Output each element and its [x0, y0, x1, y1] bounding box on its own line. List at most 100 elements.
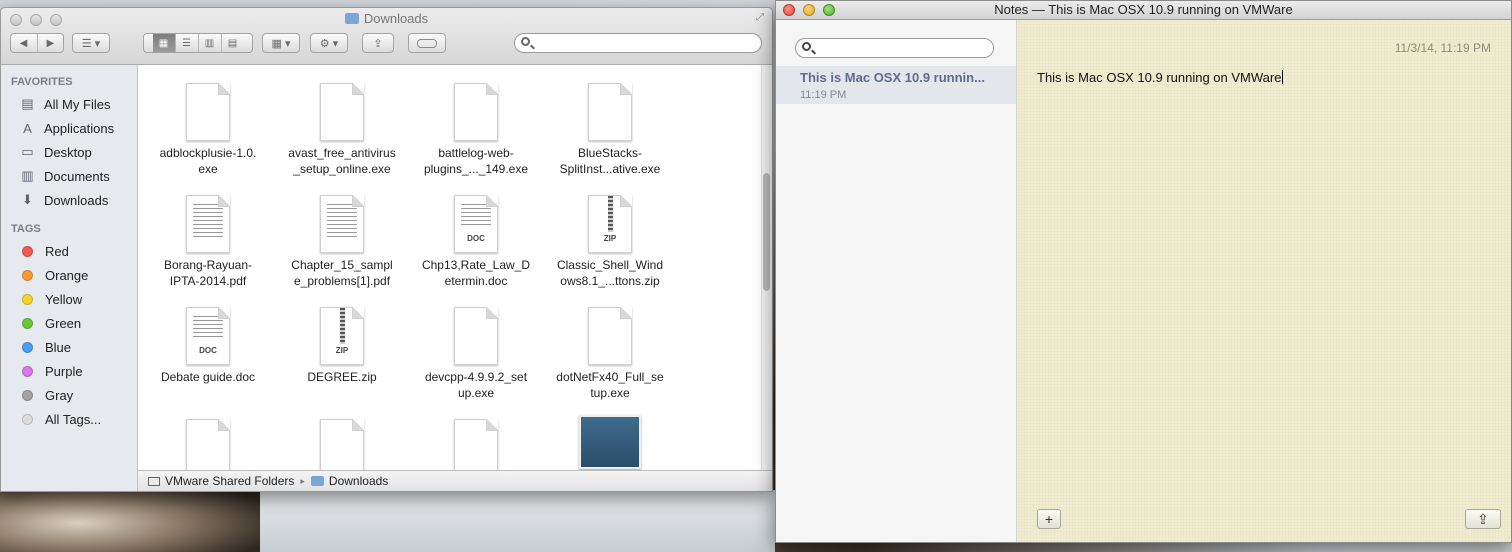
note-title: This is Mac OSX 10.9 runnin... — [800, 70, 985, 85]
sidebar-tag-orange[interactable]: Orange — [19, 265, 88, 285]
orange-tag-icon — [22, 269, 33, 281]
grid-icon: ▦ ▾ — [271, 37, 291, 50]
document-icon — [588, 307, 632, 365]
note-time: 11:19 PM — [800, 89, 847, 101]
tag-label: Green — [45, 315, 82, 331]
file-name: devcpp-4.9.9.2_set — [424, 370, 528, 384]
sidebar-tag-red[interactable]: Red — [19, 241, 69, 261]
text-caret — [1282, 70, 1284, 84]
finder-search-input[interactable] — [514, 33, 762, 53]
sidebar-item-label: All My Files — [44, 96, 111, 112]
pdf-document-icon — [320, 195, 364, 253]
tags-button[interactable] — [408, 33, 446, 53]
zoom-button[interactable] — [823, 4, 835, 16]
column-view-icon[interactable]: ▥ — [199, 34, 222, 52]
blue-tag-icon — [22, 341, 33, 353]
path-item-root[interactable]: VMware Shared Folders — [165, 474, 294, 488]
document-icon — [454, 307, 498, 365]
file-item[interactable] — [140, 419, 276, 470]
back-forward-control[interactable]: ◀ ▶ — [10, 33, 64, 53]
share-icon: ⇪ — [373, 37, 383, 50]
path-separator: ▸ — [300, 475, 305, 486]
tag-label: Orange — [45, 267, 89, 283]
file-item[interactable]: Borang-Rayuan- IPTA-2014.pdf — [140, 195, 276, 289]
file-item[interactable] — [542, 415, 678, 470]
file-item[interactable] — [274, 419, 410, 470]
file-item[interactable]: ZIP Classic_Shell_Wind ows8.1_...ttons.zip — [542, 195, 678, 289]
file-name-cont: up.exe — [457, 386, 495, 400]
file-item[interactable]: ZIP DEGREE.zip — [274, 307, 410, 385]
sidebar-item-all-my-files[interactable]: ▤ All My Files — [19, 94, 110, 114]
notes-search-input[interactable] — [795, 38, 994, 58]
word-doc-icon: DOC — [186, 307, 230, 365]
folder-icon — [310, 476, 324, 486]
wallpaper-snow — [260, 490, 775, 552]
image-thumbnail-icon — [579, 415, 641, 469]
file-item[interactable]: devcpp-4.9.9.2_set up.exe — [408, 307, 544, 401]
sidebar-tag-yellow[interactable]: Yellow — [19, 289, 82, 309]
scrollbar-thumb[interactable] — [763, 173, 770, 291]
file-item[interactable]: DOC Debate guide.doc — [140, 307, 276, 385]
path-item-current[interactable]: Downloads — [329, 474, 388, 488]
sidebar-item-applications[interactable]: A Applications — [19, 118, 114, 138]
purple-tag-icon — [22, 365, 33, 377]
applications-icon: A — [23, 120, 32, 136]
share-button[interactable]: ⇪ — [362, 33, 394, 53]
action-button[interactable]: ⚙ ▾ — [310, 33, 348, 53]
desktop-icon: ▭ — [21, 144, 34, 159]
all-files-icon: ▤ — [21, 96, 34, 111]
path-bar: VMware Shared Folders ▸ Downloads — [138, 470, 772, 491]
file-name: avast_free_antivirus — [288, 146, 396, 160]
note-editor[interactable]: 11/3/14, 11:19 PM This is Mac OSX 10.9 r… — [1017, 20, 1511, 542]
document-icon — [186, 83, 230, 141]
arrange-path-button[interactable]: ☰ ▾ — [72, 33, 110, 53]
sidebar-tag-blue[interactable]: Blue — [19, 337, 71, 357]
documents-icon: ▥ — [21, 168, 34, 183]
sidebar-item-downloads[interactable]: ⬇ Downloads — [19, 190, 108, 210]
view-mode-control[interactable]: ▦ ☰ ▥ ▤ — [143, 33, 253, 53]
fullscreen-icon[interactable]: ⤢ — [756, 13, 766, 23]
note-list-item[interactable]: This is Mac OSX 10.9 runnin... 11:19 PM — [776, 66, 1016, 104]
file-item[interactable]: battlelog-web-plugins_..._149.exe — [408, 83, 544, 177]
forward-arrow-icon[interactable]: ▶ — [38, 34, 64, 52]
tag-pill-icon — [417, 38, 437, 48]
file-item[interactable]: dotNetFx40_Full_se tup.exe — [542, 307, 678, 401]
file-item[interactable]: DOC Chp13,Rate_Law_D etermin.doc — [408, 195, 544, 289]
share-button[interactable]: ⇪ — [1465, 509, 1501, 529]
file-name-cont: ows8.1_...ttons.zip — [560, 274, 660, 288]
sidebar-tag-purple[interactable]: Purple — [19, 361, 83, 381]
minimize-button[interactable] — [803, 4, 815, 16]
file-name-cont: plugins_..._149.exe — [423, 162, 529, 176]
list-view-icon[interactable]: ☰ — [176, 34, 199, 52]
close-button[interactable] — [783, 4, 795, 16]
back-arrow-icon[interactable]: ◀ — [11, 34, 38, 52]
file-item[interactable]: avast_free_antivirus _setup_online.exe — [274, 83, 410, 177]
file-name-cont: SplitInst...ative.exe — [559, 162, 661, 176]
file-name-cont: IPTA-2014.pdf — [169, 274, 247, 288]
arrange-button[interactable]: ▦ ▾ — [262, 33, 300, 53]
file-item[interactable]: BlueStacks- SplitInst...ative.exe — [542, 83, 678, 177]
file-item[interactable] — [408, 419, 544, 470]
file-name: Chapter_15_sampl — [291, 258, 393, 272]
red-tag-icon — [22, 245, 33, 257]
gray-tag-icon — [22, 389, 33, 401]
icon-view-icon[interactable]: ▦ — [152, 34, 176, 52]
sidebar-item-label: Downloads — [44, 192, 109, 208]
sidebar-item-desktop[interactable]: ▭ Desktop — [19, 142, 91, 162]
search-icon — [802, 42, 811, 51]
file-item[interactable]: Chapter_15_sampl e_problems[1].pdf — [274, 195, 410, 289]
sidebar-all-tags[interactable]: All Tags... — [19, 409, 101, 429]
sidebar-tag-gray[interactable]: Gray — [19, 385, 73, 405]
coverflow-view-icon[interactable]: ▤ — [222, 34, 244, 52]
file-name: adblockplusie-1.0. — [159, 146, 257, 160]
search-icon — [521, 37, 530, 46]
notes-window: Notes — This is Mac OSX 10.9 running on … — [775, 0, 1512, 543]
sidebar-item-documents[interactable]: ▥ Documents — [19, 166, 109, 186]
note-text[interactable]: This is Mac OSX 10.9 running on VMWare — [1037, 70, 1284, 85]
add-note-button[interactable]: + — [1037, 509, 1061, 529]
finder-sidebar: FAVORITES ▤ All My Files A Applications ▭ D… — [1, 65, 138, 491]
sidebar-tag-green[interactable]: Green — [19, 313, 81, 333]
file-name: Debate guide.doc — [160, 370, 256, 384]
file-item[interactable]: adblockplusie-1.0. exe — [140, 83, 276, 177]
file-name: DEGREE.zip — [307, 370, 377, 384]
